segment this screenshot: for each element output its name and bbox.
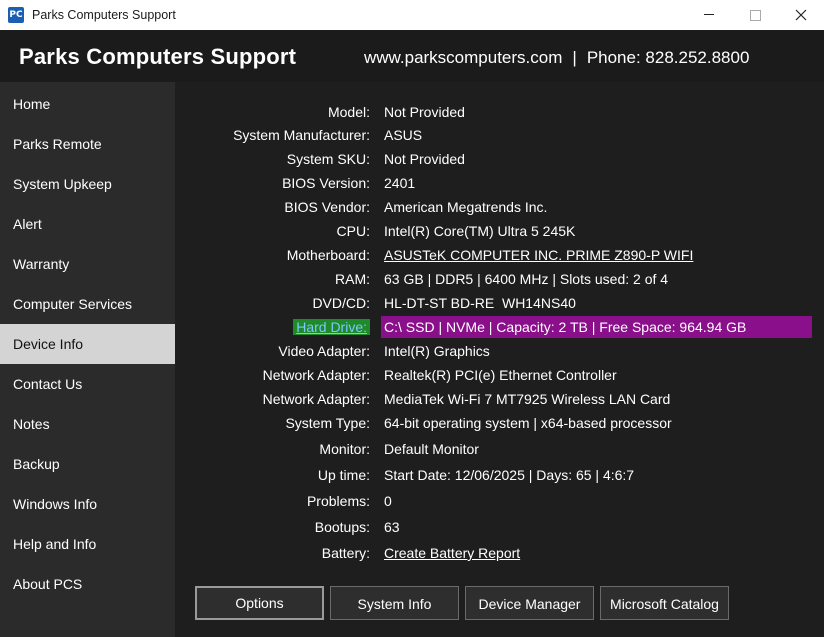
- info-label: Bootups:: [314, 519, 370, 535]
- sidebar-item-help-and-info[interactable]: Help and Info: [0, 524, 175, 564]
- sidebar-item-computer-services[interactable]: Computer Services: [0, 284, 175, 324]
- info-row-video-adapter: Video Adapter: Intel(R) Graphics: [175, 340, 824, 364]
- maximize-button[interactable]: [732, 0, 778, 30]
- info-label: Network Adapter:: [262, 391, 370, 407]
- sidebar-item-windows-info[interactable]: Windows Info: [0, 484, 175, 524]
- info-value: HL-DT-ST BD-RE WH14NS40: [384, 295, 576, 311]
- phone-text: Phone: 828.252.8800: [586, 48, 750, 67]
- info-label: Problems:: [306, 493, 370, 509]
- info-label: Battery:: [321, 545, 370, 561]
- info-label: Monitor:: [319, 441, 370, 457]
- info-value: MediaTek Wi-Fi 7 MT7925 Wireless LAN Car…: [384, 391, 671, 407]
- info-value: 0: [384, 493, 392, 509]
- info-row-model: Model: Not Provided: [175, 101, 824, 125]
- info-row-motherboard: Motherboard: ASUSTeK COMPUTER INC. PRIME…: [175, 244, 824, 268]
- sidebar-item-about-pcs[interactable]: About PCS: [0, 564, 175, 604]
- sidebar-item-system-upkeep[interactable]: System Upkeep: [0, 164, 175, 204]
- app-header: Parks Computers Support www.parkscompute…: [0, 30, 824, 82]
- info-row-bios-vendor: BIOS Vendor: American Megatrends Inc.: [175, 196, 824, 220]
- info-value: American Megatrends Inc.: [384, 199, 548, 215]
- close-icon: [795, 9, 807, 21]
- microsoft-catalog-button[interactable]: Microsoft Catalog: [600, 586, 729, 620]
- info-row-monitor: Monitor: Default Monitor: [175, 438, 824, 462]
- device-info-panel: Model: Not Provided System Manufacturer:…: [175, 82, 824, 637]
- minimize-icon: [704, 14, 714, 15]
- app-window: PC Parks Computers Support Parks Compute…: [0, 0, 824, 637]
- motherboard-link[interactable]: ASUSTeK COMPUTER INC. PRIME Z890-P WIFI: [384, 247, 693, 263]
- info-label: Up time:: [317, 467, 370, 483]
- info-label: DVD/CD:: [312, 295, 370, 311]
- info-row-problems: Problems: 0: [175, 490, 824, 514]
- maximize-icon: [750, 10, 761, 21]
- info-value: 63 GB | DDR5 | 6400 MHz | Slots used: 2 …: [384, 271, 669, 287]
- info-label: BIOS Version:: [282, 175, 370, 191]
- sidebar-item-warranty[interactable]: Warranty: [0, 244, 175, 284]
- system-info-button[interactable]: System Info: [330, 586, 459, 620]
- info-label: Network Adapter:: [262, 367, 370, 383]
- sidebar-item-contact-us[interactable]: Contact Us: [0, 364, 175, 404]
- info-label: CPU:: [336, 223, 370, 239]
- info-value: Not Provided: [384, 104, 465, 120]
- minimize-button[interactable]: [686, 0, 732, 30]
- info-row-dvd: DVD/CD: HL-DT-ST BD-RE WH14NS40: [175, 292, 824, 316]
- sidebar-item-device-info[interactable]: Device Info: [0, 324, 175, 364]
- info-row-battery: Battery: Create Battery Report: [175, 542, 824, 566]
- info-value: Default Monitor: [384, 441, 479, 457]
- info-label: System SKU:: [286, 151, 370, 167]
- info-label: RAM:: [335, 271, 370, 287]
- sidebar-item-notes[interactable]: Notes: [0, 404, 175, 444]
- info-value: Realtek(R) PCI(e) Ethernet Controller: [384, 367, 617, 383]
- sidebar: Home Parks Remote System Upkeep Alert Wa…: [0, 82, 175, 637]
- sidebar-item-alert[interactable]: Alert: [0, 204, 175, 244]
- sidebar-item-home[interactable]: Home: [0, 84, 175, 124]
- info-value: 2401: [384, 175, 416, 191]
- info-value: C:\ SSD | NVMe | Capacity: 2 TB | Free S…: [384, 319, 747, 335]
- info-row-uptime: Up time: Start Date: 12/06/2025 | Days: …: [175, 464, 824, 488]
- title-bar: PC Parks Computers Support: [0, 0, 824, 30]
- hard-drive-value-highlight: C:\ SSD | NVMe | Capacity: 2 TB | Free S…: [381, 316, 812, 338]
- website-text: www.parkscomputers.com: [364, 48, 563, 67]
- info-value: 64-bit operating system | x64-based proc…: [384, 415, 672, 431]
- info-row-sku: System SKU: Not Provided: [175, 148, 824, 172]
- options-button[interactable]: Options: [195, 586, 324, 620]
- info-label: System Type:: [285, 415, 370, 431]
- info-row-network-adapter-2: Network Adapter: MediaTek Wi-Fi 7 MT7925…: [175, 388, 824, 412]
- info-value: ASUS: [384, 127, 423, 143]
- contact-info: www.parkscomputers.com | Phone: 828.252.88…: [364, 48, 749, 68]
- sidebar-item-parks-remote[interactable]: Parks Remote: [0, 124, 175, 164]
- info-row-ram: RAM: 63 GB | DDR5 | 6400 MHz | Slots use…: [175, 268, 824, 292]
- info-label: Model:: [327, 104, 370, 120]
- info-label: Motherboard:: [286, 247, 370, 263]
- info-row-network-adapter-1: Network Adapter: Realtek(R) PCI(e) Ether…: [175, 364, 824, 388]
- info-row-cpu: CPU: Intel(R) Core(TM) Ultra 5 245K: [175, 220, 824, 244]
- close-button[interactable]: [778, 0, 824, 30]
- info-value: Not Provided: [384, 151, 465, 167]
- info-value: 63: [384, 519, 400, 535]
- hard-drive-label[interactable]: Hard Drive:: [293, 319, 370, 335]
- info-label: Video Adapter:: [278, 343, 370, 359]
- info-label: System Manufacturer:: [233, 127, 370, 143]
- header-separator: |: [572, 48, 577, 67]
- info-row-system-type: System Type: 64-bit operating system | x…: [175, 412, 824, 436]
- info-value: Intel(R) Graphics: [384, 343, 490, 359]
- info-label: BIOS Vendor:: [284, 199, 370, 215]
- app-icon: PC: [8, 7, 24, 23]
- info-value: Start Date: 12/06/2025 | Days: 65 | 4:6:…: [384, 467, 635, 483]
- device-manager-button[interactable]: Device Manager: [465, 586, 594, 620]
- info-row-bios-version: BIOS Version: 2401: [175, 172, 824, 196]
- info-row-bootups: Bootups: 63: [175, 516, 824, 540]
- info-row-manufacturer: System Manufacturer: ASUS: [175, 124, 824, 148]
- sidebar-item-backup[interactable]: Backup: [0, 444, 175, 484]
- info-row-hard-drive: Hard Drive: C:\ SSD | NVMe | Capacity: 2…: [175, 316, 824, 340]
- create-battery-report-link[interactable]: Create Battery Report: [384, 545, 520, 561]
- info-value: Intel(R) Core(TM) Ultra 5 245K: [384, 223, 576, 239]
- window-title: Parks Computers Support: [32, 8, 176, 22]
- brand-title: Parks Computers Support: [19, 44, 297, 69]
